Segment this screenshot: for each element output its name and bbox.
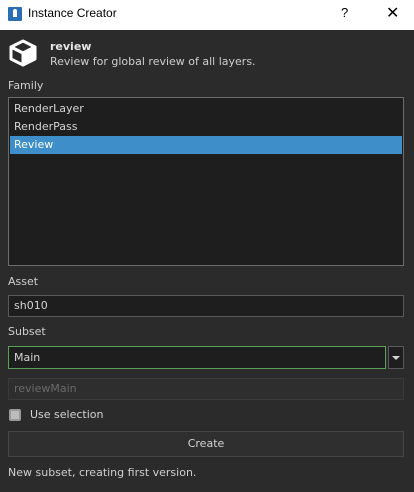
subset-dropdown-button[interactable]: [388, 346, 404, 369]
family-label: Family: [8, 79, 44, 92]
cube-icon: [9, 39, 37, 67]
family-title: review: [50, 40, 92, 53]
asset-label: Asset: [8, 275, 39, 288]
family-description: Review for global review of all layers.: [50, 55, 256, 68]
subset-input[interactable]: Main: [8, 346, 386, 369]
family-item-renderpass[interactable]: RenderPass: [10, 118, 402, 136]
app-icon: [8, 7, 22, 21]
subset-result-field: reviewMain: [8, 378, 404, 400]
subset-label: Subset: [8, 325, 46, 338]
family-item-renderlayer[interactable]: RenderLayer: [10, 100, 402, 118]
help-button[interactable]: ?: [341, 5, 348, 20]
asset-input[interactable]: sh010: [8, 295, 404, 317]
create-button[interactable]: Create: [8, 431, 404, 457]
title-bar: Instance Creator ? ✕: [0, 0, 414, 30]
use-selection-checkbox[interactable]: [9, 409, 21, 421]
close-button[interactable]: ✕: [386, 3, 399, 23]
use-selection-label[interactable]: Use selection: [30, 408, 104, 421]
status-message: New subset, creating first version.: [8, 466, 197, 479]
window-title: Instance Creator: [28, 6, 117, 20]
family-list[interactable]: RenderLayer RenderPass Review: [8, 97, 404, 266]
family-item-review[interactable]: Review: [10, 136, 402, 154]
